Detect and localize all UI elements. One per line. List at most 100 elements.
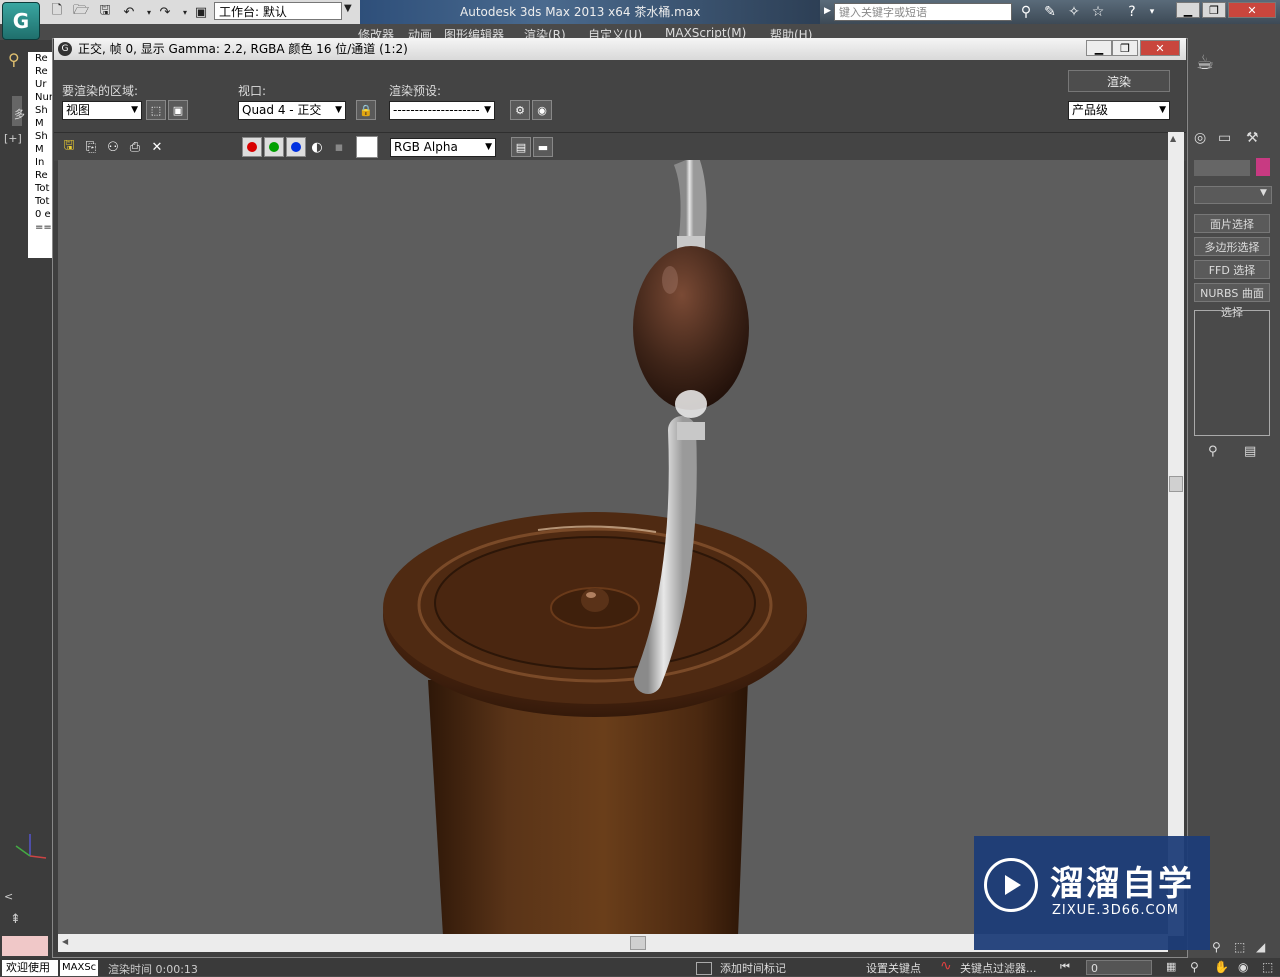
auto-region-icon[interactable]: ▣ bbox=[168, 100, 188, 120]
utilities-hammer-icon[interactable]: ⚒ bbox=[1246, 130, 1266, 150]
subscription-tools-icon[interactable]: ✎ bbox=[1040, 3, 1060, 21]
app-close-button[interactable]: ✕ bbox=[1228, 2, 1276, 18]
horizontal-scroll-thumb[interactable] bbox=[630, 936, 646, 950]
save-image-icon[interactable]: 🖫 bbox=[60, 138, 78, 156]
render-maximize-button[interactable]: ❐ bbox=[1112, 40, 1138, 56]
vertical-scroll-thumb[interactable] bbox=[1169, 476, 1183, 492]
area-to-render-dropdown[interactable]: 视图 ▼ bbox=[62, 101, 142, 120]
favorites-star-icon[interactable]: ☆ bbox=[1088, 3, 1108, 21]
listener-line: In bbox=[35, 157, 45, 168]
lock-viewport-icon[interactable]: 🔒 bbox=[356, 100, 376, 120]
search-input[interactable]: 键入关键字或短语 bbox=[834, 3, 1012, 21]
area-to-render-value: 视图 bbox=[66, 103, 91, 117]
clear-image-icon[interactable]: ✕ bbox=[148, 138, 166, 156]
blue-channel-toggle[interactable] bbox=[286, 137, 306, 157]
render-setup-icon[interactable]: ⚙ bbox=[510, 100, 530, 120]
poly-select-button[interactable]: 多边形选择 bbox=[1194, 237, 1270, 256]
dropdown-arrow-icon: ▼ bbox=[335, 105, 342, 115]
nurbs-select-button[interactable]: NURBS 曲面选择 bbox=[1194, 283, 1270, 319]
dropdown-arrow-icon: ▼ bbox=[131, 105, 138, 115]
maxscript-label[interactable]: MAXSc bbox=[60, 960, 98, 976]
edit-region-icon[interactable]: ⬚ bbox=[146, 100, 166, 120]
pin-stack-icon[interactable]: ⚲ bbox=[1208, 444, 1218, 459]
pan-view-icon[interactable]: ✋ bbox=[1214, 960, 1229, 974]
key-filter-button[interactable]: 关键点过滤器... bbox=[960, 960, 1037, 976]
configure-sets-icon[interactable]: ▤ bbox=[1244, 444, 1256, 459]
render-button[interactable]: 渲染 bbox=[1068, 70, 1170, 92]
alpha-channel-icon[interactable]: ◐ bbox=[308, 138, 326, 156]
dropdown-arrow-icon: ▼ bbox=[484, 105, 491, 115]
new-file-icon[interactable]: 🗋 bbox=[48, 3, 66, 21]
toggle-ui-overlay-icon[interactable]: ▤ bbox=[511, 137, 531, 157]
scroll-up-icon[interactable]: ▲ bbox=[1170, 134, 1176, 143]
teapot-render-icon[interactable]: ☕ bbox=[1196, 50, 1226, 80]
toggle-ui-icon[interactable]: ▬ bbox=[533, 137, 553, 157]
environment-effects-icon[interactable]: ◉ bbox=[532, 100, 552, 120]
select-link-icon[interactable]: ⚲ bbox=[8, 50, 28, 70]
red-channel-toggle[interactable] bbox=[242, 137, 262, 157]
save-file-icon[interactable]: 🖫 bbox=[96, 3, 114, 21]
red-channel-icon bbox=[247, 142, 257, 152]
render-preset-dropdown[interactable]: -------------------- ▼ bbox=[389, 101, 495, 120]
redo-icon[interactable]: ↷ bbox=[156, 3, 174, 21]
orbit-icon[interactable]: ◉ bbox=[1238, 960, 1248, 974]
scroll-left-icon[interactable]: ◀ bbox=[62, 937, 68, 946]
zoom-extents-icon[interactable]: ⚲ bbox=[1212, 940, 1221, 954]
help-icon[interactable]: ? bbox=[1122, 3, 1142, 21]
field-of-view-icon[interactable]: ◢ bbox=[1256, 940, 1265, 954]
maxscript-mini-listener[interactable] bbox=[2, 936, 48, 956]
communication-center-icon[interactable]: ✧ bbox=[1064, 3, 1084, 21]
search-expand-icon[interactable]: ▶ bbox=[824, 6, 831, 16]
modifier-stack-list[interactable] bbox=[1194, 310, 1270, 436]
display-channel-dropdown[interactable]: RGB Alpha ▼ bbox=[390, 138, 496, 157]
display-panel-icon[interactable]: ▭ bbox=[1218, 130, 1238, 150]
render-close-button[interactable]: ✕ bbox=[1140, 40, 1180, 56]
project-folder-icon[interactable]: ▣ bbox=[192, 3, 210, 21]
workspace-dropdown[interactable]: 工作台: 默认 bbox=[214, 2, 342, 20]
app-restore-button[interactable]: ❐ bbox=[1202, 2, 1226, 18]
app-menu-logo-icon[interactable]: G bbox=[2, 2, 40, 40]
goto-start-icon[interactable]: ⏮ bbox=[1060, 960, 1070, 974]
viewport-dropdown[interactable]: Quad 4 - 正交 ▼ bbox=[238, 101, 346, 120]
zoom-all-icon[interactable]: ⬚ bbox=[1234, 940, 1245, 954]
display-channel-value: RGB Alpha bbox=[394, 140, 458, 154]
viewport-value: Quad 4 - 正交 bbox=[242, 103, 322, 117]
copy-image-icon[interactable]: ⎘ bbox=[82, 138, 100, 156]
object-name-field[interactable] bbox=[1194, 160, 1250, 176]
time-config-icon[interactable]: ▦ bbox=[1166, 960, 1176, 973]
key-filter-icon[interactable]: ∿ bbox=[940, 958, 952, 974]
rendered-image[interactable] bbox=[58, 160, 1168, 936]
time-tag-icon[interactable] bbox=[696, 962, 712, 975]
patch-select-button[interactable]: 面片选择 bbox=[1194, 214, 1270, 233]
workspace-dropdown-arrow-icon[interactable]: ▼ bbox=[344, 3, 356, 21]
monochrome-icon[interactable]: ▪ bbox=[330, 138, 348, 156]
vertical-scrollbar[interactable] bbox=[1168, 132, 1184, 936]
open-file-icon[interactable]: 🗁 bbox=[72, 3, 90, 21]
clone-window-icon[interactable]: ⚇ bbox=[104, 138, 122, 156]
green-channel-toggle[interactable] bbox=[264, 137, 284, 157]
render-minimize-button[interactable]: ▁ bbox=[1086, 40, 1112, 56]
app-title-container: Autodesk 3ds Max 2013 x64 茶水桶.max bbox=[360, 0, 820, 24]
object-color-swatch[interactable] bbox=[1256, 158, 1270, 176]
add-time-tag-button[interactable]: 添加时间标记 bbox=[720, 960, 786, 976]
modifier-list-arrow-icon[interactable]: ▼ bbox=[1260, 188, 1267, 198]
current-frame-spinner[interactable]: 0 bbox=[1086, 960, 1152, 975]
listener-line: Re bbox=[35, 170, 48, 181]
maximize-viewport-icon[interactable]: ⬚ bbox=[1262, 960, 1273, 974]
listener-line: Ur bbox=[35, 79, 47, 90]
motion-panel-icon[interactable]: ◎ bbox=[1194, 130, 1214, 150]
undo-icon[interactable]: ↶ bbox=[120, 3, 138, 21]
set-key-button[interactable]: 设置关键点 bbox=[866, 960, 921, 976]
color-swatch[interactable] bbox=[356, 136, 378, 158]
render-controls-panel bbox=[54, 60, 1186, 132]
render-quality-dropdown[interactable]: 产品级 ▼ bbox=[1068, 101, 1170, 120]
viewport-label[interactable]: [+] bbox=[4, 132, 22, 145]
app-minimize-button[interactable]: ▁ bbox=[1176, 2, 1200, 18]
scroll-left-icon[interactable]: < bbox=[4, 890, 13, 903]
print-image-icon[interactable]: ⎙ bbox=[126, 138, 144, 156]
binoculars-icon[interactable]: ⚲ bbox=[1016, 3, 1036, 21]
ffd-select-button[interactable]: FFD 选择 bbox=[1194, 260, 1270, 279]
help-dropdown-icon[interactable]: ▾ bbox=[1142, 3, 1162, 21]
time-config-icon[interactable]: ⇞ bbox=[10, 912, 34, 930]
zoom-icon[interactable]: ⚲ bbox=[1190, 960, 1199, 974]
